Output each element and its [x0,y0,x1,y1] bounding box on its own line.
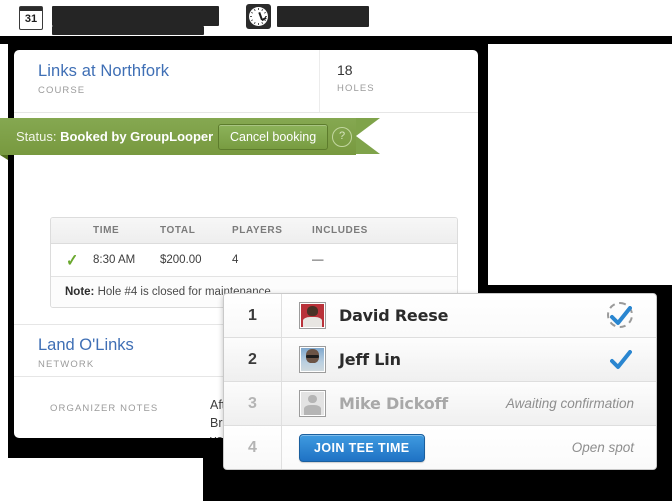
list-item[interactable]: 3 Mike Dickoff Awaiting confirmation [224,382,656,426]
clock-icon-tick [261,22,263,24]
status-ribbon: Status: Booked by GroupLooper Cancel boo… [0,118,380,155]
note-label: Note: [65,286,94,298]
holes-label: HOLES [337,82,375,95]
holes-block: 18 HOLES [337,60,375,95]
checkmark-icon[interactable] [608,347,634,373]
table-header-row: TIME TOTAL PLAYERS INCLUDES [51,218,457,244]
redacted-text-block-2 [277,6,369,27]
course-name-link[interactable]: Links at Northfork [38,60,169,82]
clock-icon-tick [251,19,253,21]
status-badge: Awaiting confirmation [506,396,634,411]
player-slot-number: 3 [224,382,282,425]
check-icon: ✓ [66,252,78,269]
cancel-booking-button[interactable]: Cancel booking [218,124,328,150]
column-header-time: TIME [93,225,160,236]
status-badge: Open spot [572,440,634,455]
network-label: NETWORK [38,358,134,371]
course-label: COURSE [38,84,169,97]
player-name: Mike Dickoff [339,394,448,413]
cell-time: 8:30 AM [93,254,160,266]
cell-players: 4 [232,254,312,266]
ribbon-fold [0,155,8,160]
checkmark-dashed-icon[interactable] [608,303,634,329]
calendar-icon-day: 31 [20,11,42,28]
list-item[interactable]: 1 David Reese [224,294,656,338]
status-prefix: Status: [16,129,56,144]
avatar [299,302,326,329]
clock-icon-tick [264,12,266,14]
cell-includes: — [312,254,457,266]
player-slot-number: 1 [224,294,282,337]
calendar-icon: 31 [19,6,43,30]
avatar [299,346,326,373]
status-text: Status: Booked by GroupLooper [16,128,213,145]
avatar [299,390,326,417]
column-header-includes: INCLUDES [312,225,457,236]
join-tee-time-button[interactable]: JOIN TEE TIME [299,434,425,462]
clock-icon-tick [265,16,267,17]
player-slot-number: 2 [224,338,282,381]
ribbon-notch [356,118,380,154]
clock-icon-tick [251,12,253,14]
player-slot-number: 4 [224,426,282,469]
card-header: Links at Northfork COURSE 18 HOLES [14,50,478,113]
network-name-link[interactable]: Land O'Links [38,334,134,356]
table-row[interactable]: ✓ 8:30 AM $200.00 4 — [51,244,457,277]
player-list-panel: 1 David Reese 2 Jeff Lin 3 Mike Dickoff … [223,293,657,470]
status-value: Booked by GroupLooper [60,129,213,144]
list-item[interactable]: 2 Jeff Lin [224,338,656,382]
list-item[interactable]: 4 JOIN TEE TIME Open spot [224,426,656,469]
clock-icon-tick [258,8,259,10]
backdrop-strip-top [0,36,672,44]
clock-icon-tick [258,23,259,25]
holes-value: 18 [337,60,375,80]
column-header-players: PLAYERS [232,225,312,236]
row-confirmed-check: ✓ [51,252,93,269]
clock-icon-tick [264,19,266,21]
top-bar: 31 [0,0,672,36]
help-icon[interactable]: ? [332,127,352,147]
organizer-notes-label: ORGANIZER NOTES [50,403,158,414]
redacted-text-block-1 [52,6,219,26]
redacted-text-block-1b [52,26,204,35]
clock-icon-tick [250,16,252,17]
cell-total: $200.00 [160,254,232,266]
clock-icon-tick [254,22,256,24]
clock-icon-tick [254,9,256,11]
network-block: Land O'Links NETWORK [38,334,134,371]
clock-icon-face [249,7,268,26]
player-name: David Reese [339,306,448,325]
column-header-total: TOTAL [160,225,232,236]
player-name: Jeff Lin [339,350,401,369]
header-divider [319,50,320,112]
clock-icon [246,4,271,29]
course-block: Links at Northfork COURSE [38,60,169,97]
clock-icon-tick [261,9,263,11]
